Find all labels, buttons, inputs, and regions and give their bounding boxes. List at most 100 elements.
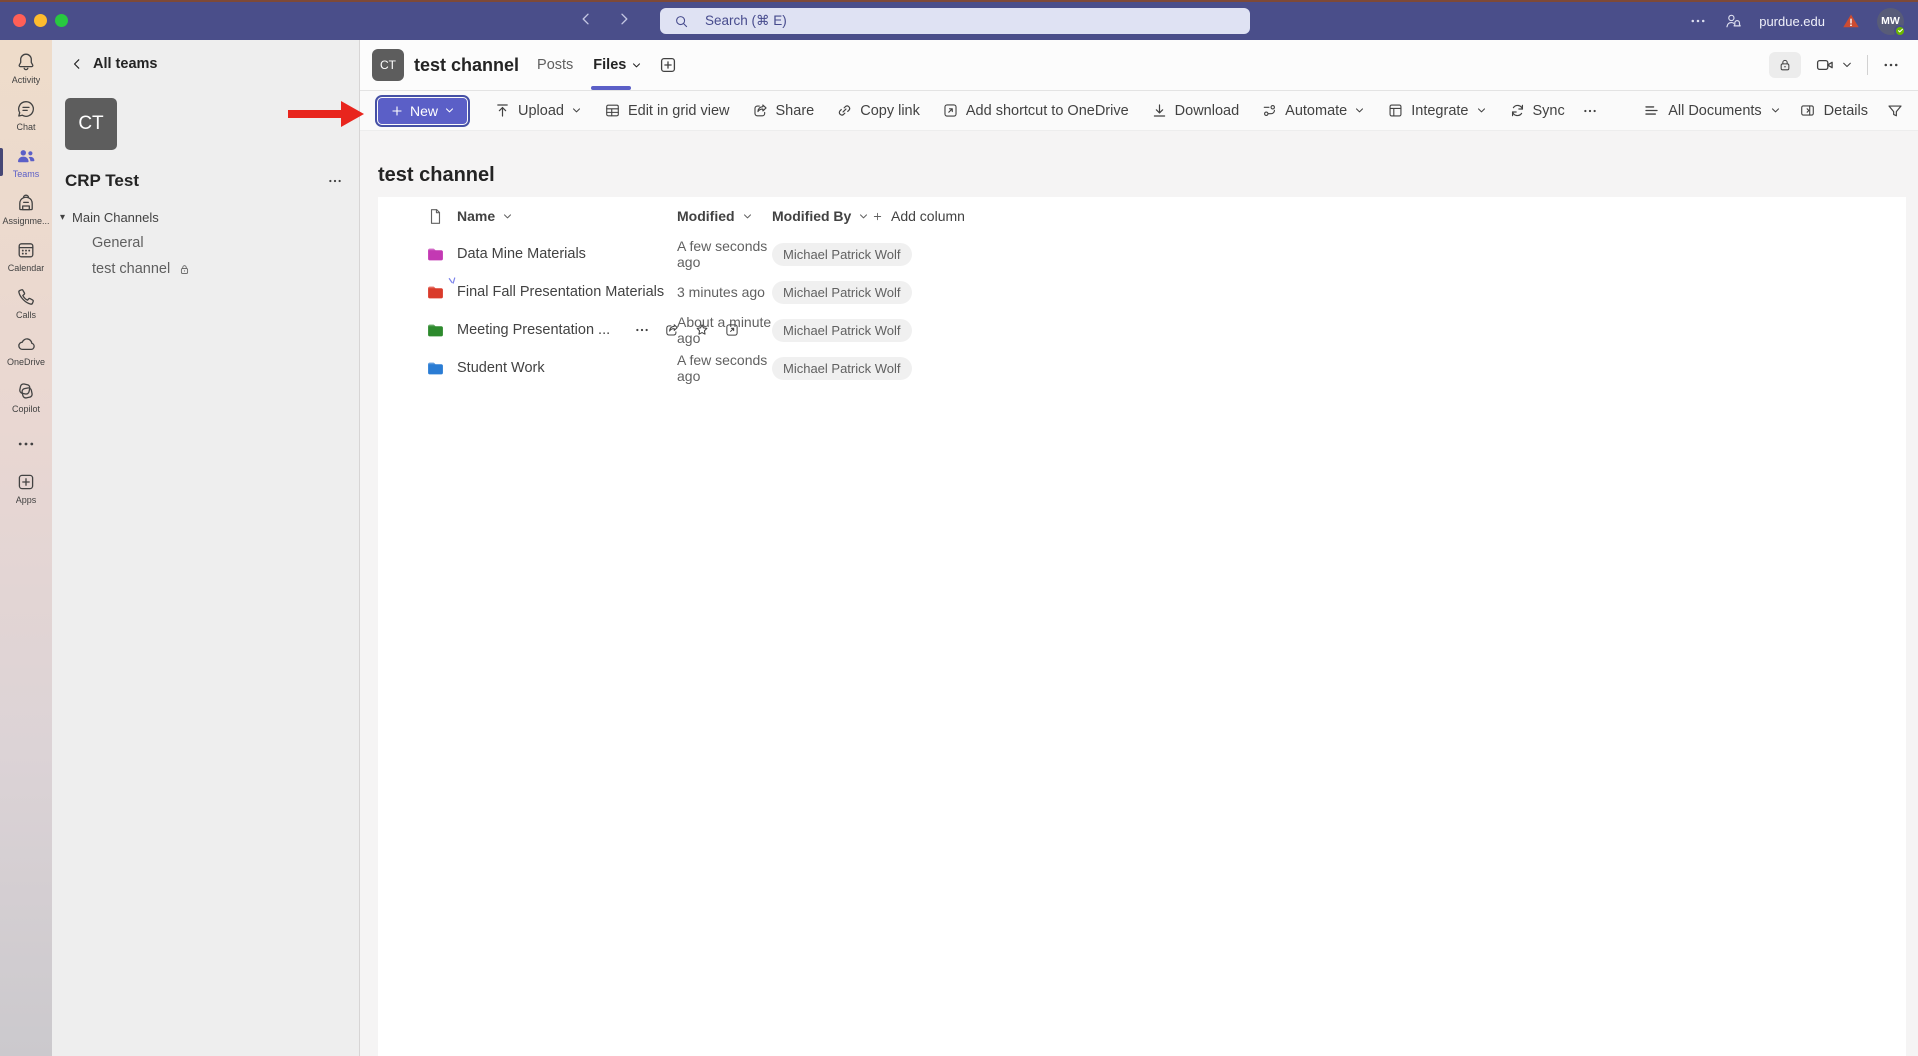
- toolbar-right: All Documents Details: [1643, 102, 1904, 120]
- file-name[interactable]: Data Mine Materials: [457, 246, 586, 262]
- plus-icon: [390, 104, 404, 118]
- team-name: CRP Test: [65, 171, 139, 191]
- file-name[interactable]: Student Work: [457, 360, 545, 376]
- add-column-label: Add column: [891, 208, 965, 224]
- private-channel-button[interactable]: [1769, 52, 1801, 78]
- team-avatar[interactable]: CT: [65, 98, 117, 150]
- minimize-window-button[interactable]: [34, 14, 47, 27]
- rail-item-copilot[interactable]: Copilot: [0, 374, 52, 421]
- channel-item-general[interactable]: General: [52, 225, 359, 251]
- toolbar-item-label: Share: [776, 103, 815, 119]
- column-name[interactable]: Name: [457, 208, 677, 224]
- details-button[interactable]: Details: [1799, 102, 1868, 119]
- window-controls: [13, 14, 68, 27]
- table-row[interactable]: Final Fall Presentation Materials3 minut…: [378, 273, 1906, 311]
- channel-more-button[interactable]: [1882, 56, 1900, 74]
- file-name[interactable]: Meeting Presentation ...: [457, 322, 610, 338]
- filter-icon[interactable]: [1886, 102, 1904, 120]
- rail-item-onedrive[interactable]: OneDrive: [0, 327, 52, 374]
- apps-icon: [16, 472, 36, 492]
- file-more-button[interactable]: [634, 322, 650, 338]
- column-modified-by[interactable]: Modified By: [772, 208, 872, 224]
- column-modified-by-label: Modified By: [772, 208, 851, 224]
- search-icon: [674, 14, 689, 29]
- toolbar-overflow-button[interactable]: [1582, 103, 1598, 119]
- favorite-button[interactable]: [694, 322, 710, 338]
- rail-item-activity[interactable]: Activity: [0, 45, 52, 92]
- open-in-new-button[interactable]: [724, 322, 740, 338]
- tenant-name: purdue.edu: [1759, 14, 1825, 29]
- rail-item-assignments[interactable]: Assignme...: [0, 186, 52, 233]
- cloud-icon: [16, 334, 36, 354]
- rail-item-calendar[interactable]: Calendar: [0, 233, 52, 280]
- rail-item-apps[interactable]: Apps: [0, 465, 52, 512]
- user-avatar[interactable]: MW: [1877, 8, 1904, 35]
- channel-section-header[interactable]: ▾ Main Channels: [60, 210, 359, 225]
- team-options-button[interactable]: [327, 173, 343, 189]
- fullscreen-window-button[interactable]: [55, 14, 68, 27]
- tab-posts[interactable]: Posts: [527, 40, 583, 90]
- warning-icon[interactable]: [1842, 12, 1860, 30]
- chevron-down-icon: [571, 105, 582, 116]
- modified-by-pill[interactable]: Michael Patrick Wolf: [772, 243, 912, 266]
- sync-icon: [1509, 102, 1526, 119]
- toolbar-item-label: Upload: [518, 103, 564, 119]
- presence-badge: [1894, 25, 1906, 37]
- table-row[interactable]: Meeting Presentation ...About a minute a…: [378, 311, 1906, 349]
- close-window-button[interactable]: [13, 14, 26, 27]
- file-name[interactable]: Final Fall Presentation Materials: [457, 284, 664, 300]
- modified-by-pill[interactable]: Michael Patrick Wolf: [772, 357, 912, 380]
- share-button[interactable]: Share: [741, 95, 826, 127]
- teams-icon: [16, 146, 36, 166]
- chevron-down-icon: [1841, 59, 1853, 71]
- chevron-left-icon: [70, 57, 84, 71]
- download-button[interactable]: Download: [1140, 95, 1251, 127]
- meet-button[interactable]: [1815, 55, 1853, 75]
- new-button[interactable]: New: [378, 98, 467, 124]
- table-row[interactable]: Student WorkA few seconds agoMichael Pat…: [378, 349, 1906, 387]
- titlebar-more-button[interactable]: [1689, 12, 1707, 30]
- all-teams-back-button[interactable]: All teams: [52, 40, 359, 72]
- details-label: Details: [1824, 103, 1868, 119]
- add-tab-button[interactable]: [658, 55, 678, 75]
- files-table: Name Modified Modified By: [378, 197, 1906, 1056]
- nav-forward-button[interactable]: [616, 11, 632, 27]
- rail-item-more[interactable]: [0, 431, 52, 457]
- account-alert-icon[interactable]: [1724, 12, 1742, 30]
- rail-item-teams[interactable]: Teams: [0, 139, 52, 186]
- add-shortcut-button[interactable]: Add shortcut to OneDrive: [931, 95, 1140, 127]
- rail-item-label: Activity: [12, 75, 41, 85]
- search-input[interactable]: Search (⌘ E): [660, 8, 1250, 34]
- bell-icon: [16, 52, 36, 72]
- column-modified-label: Modified: [677, 208, 735, 224]
- nav-back-button[interactable]: [578, 11, 594, 27]
- sort-chevron-icon: [858, 211, 869, 222]
- more-icon: [16, 434, 36, 454]
- table-row[interactable]: Data Mine MaterialsA few seconds agoMich…: [378, 235, 1906, 273]
- copy-link-button[interactable]: Copy link: [825, 95, 931, 127]
- tab-files[interactable]: Files: [583, 40, 652, 90]
- share-file-button[interactable]: [664, 322, 680, 338]
- sync-button[interactable]: Sync: [1498, 95, 1576, 127]
- upload-button[interactable]: Upload: [483, 95, 593, 127]
- rail-item-calls[interactable]: Calls: [0, 280, 52, 327]
- modified-by-pill[interactable]: Michael Patrick Wolf: [772, 319, 912, 342]
- link-icon: [836, 102, 853, 119]
- modified-by-pill[interactable]: Michael Patrick Wolf: [772, 281, 912, 304]
- automate-button[interactable]: Automate: [1250, 95, 1376, 127]
- plus-icon: [872, 211, 883, 222]
- add-column-button[interactable]: Add column: [872, 208, 1906, 224]
- chevron-down-icon: [1770, 105, 1781, 116]
- file-type-column-icon[interactable]: [426, 207, 445, 226]
- view-selector[interactable]: All Documents: [1643, 102, 1780, 119]
- tab-label: Posts: [537, 57, 573, 73]
- rail-item-label: Apps: [16, 495, 37, 505]
- channel-title: test channel: [414, 55, 519, 76]
- folder-icon: [426, 283, 445, 302]
- channel-item-test-channel[interactable]: test channel: [52, 251, 359, 277]
- rail-item-chat[interactable]: Chat: [0, 92, 52, 139]
- chevron-down-icon: [631, 60, 642, 71]
- column-modified[interactable]: Modified: [677, 208, 772, 224]
- integrate-button[interactable]: Integrate: [1376, 95, 1497, 127]
- grid-view-button[interactable]: Edit in grid view: [593, 95, 741, 127]
